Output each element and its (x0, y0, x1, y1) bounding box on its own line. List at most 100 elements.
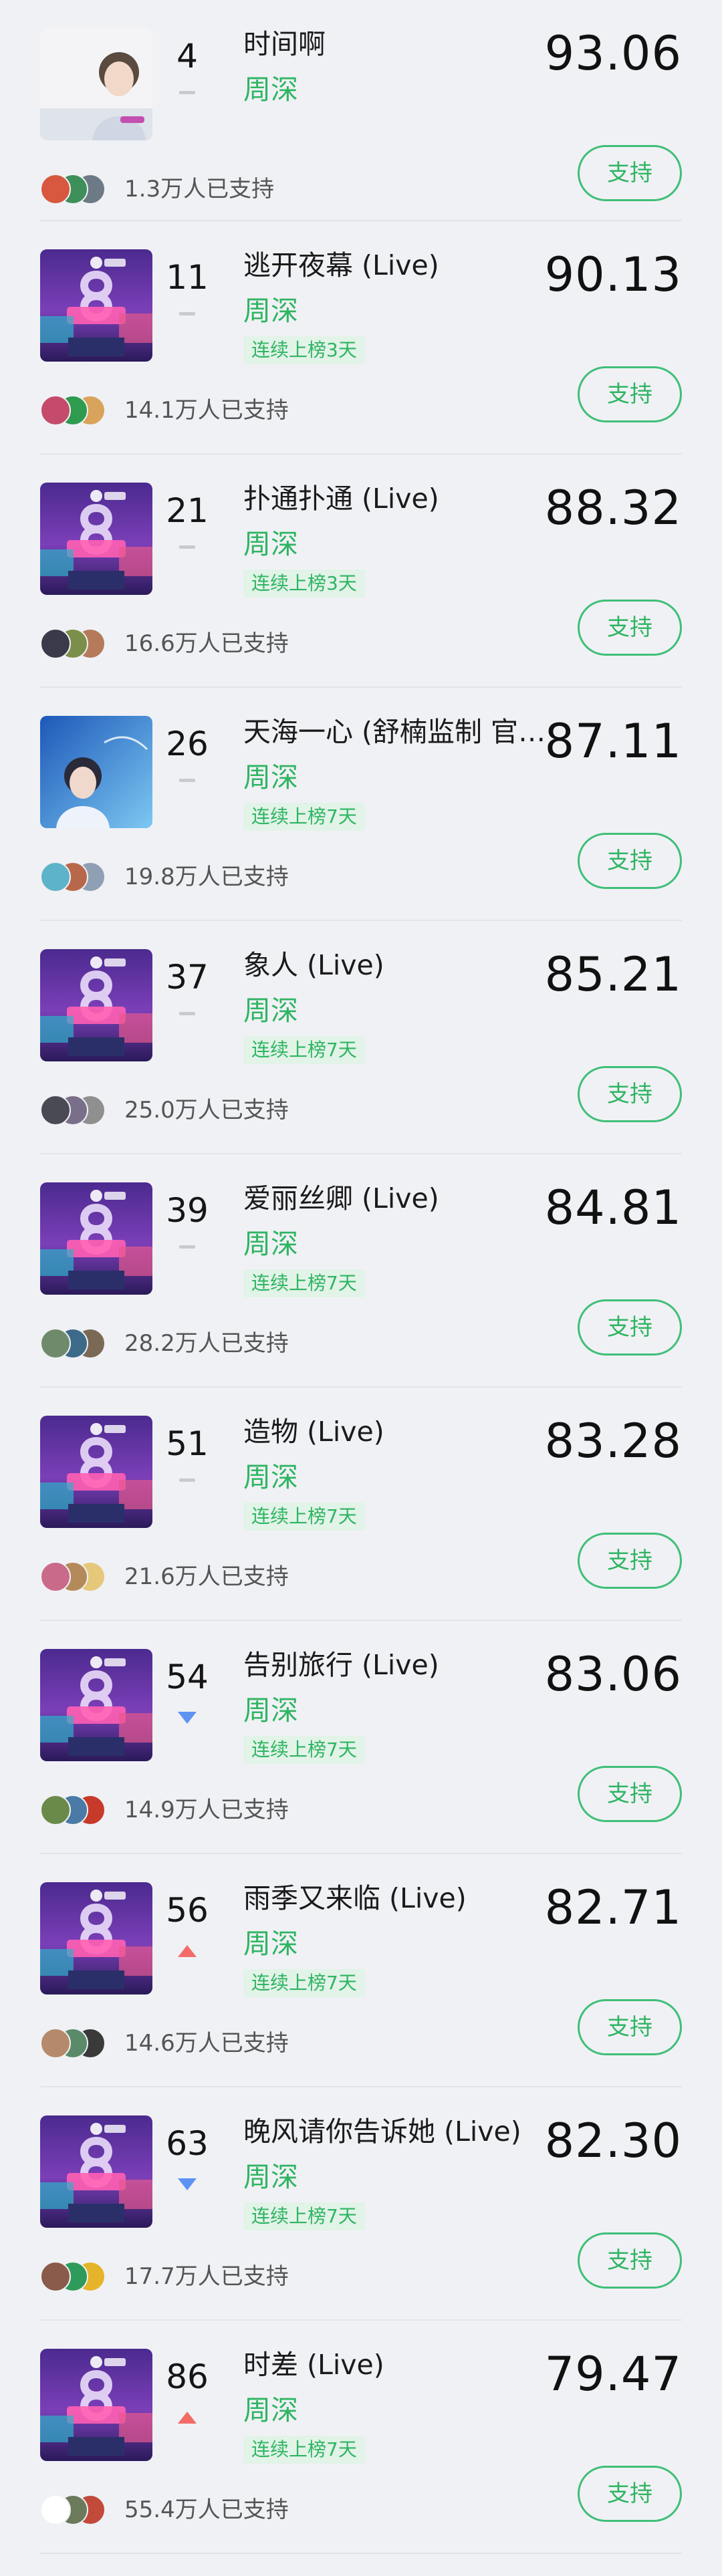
artist-name[interactable]: 周深 (243, 2393, 298, 2428)
support-button[interactable]: 支持 (578, 1299, 682, 1356)
chart-row[interactable]: 26 天海一心 (舒楠监制 官方正式版) 周深 连续上榜7天 87.11 支持 … (0, 688, 722, 921)
trend-same-icon (179, 545, 195, 549)
supporter-avatar (40, 1795, 71, 1825)
song-title[interactable]: 扑通扑通 (Live) (243, 481, 564, 516)
supporter-count: 25.0万人已支持 (124, 1097, 289, 1124)
artist-name[interactable]: 周深 (243, 760, 298, 795)
song-chart-list: 4 时间啊 周深 93.06 支持 1.3万人已支持 11 逃开夜幕 (Live… (0, 0, 722, 2554)
score-value: 87.11 (544, 714, 682, 769)
rank-number: 56 (166, 1891, 209, 1930)
supporter-count: 17.7万人已支持 (124, 2263, 289, 2290)
album-cover[interactable] (40, 249, 152, 362)
supporter-count: 14.9万人已支持 (124, 1797, 289, 1823)
rank-number: 39 (166, 1191, 209, 1230)
streak-badge: 连续上榜7天 (243, 1503, 365, 1531)
supporter-avatar (40, 395, 71, 426)
chart-row[interactable]: 37 象人 (Live) 周深 连续上榜7天 85.21 支持 25.0万人已支… (0, 921, 722, 1154)
artist-name[interactable]: 周深 (243, 293, 298, 328)
support-button[interactable]: 支持 (578, 1999, 682, 2055)
supporter-count: 28.2万人已支持 (124, 1330, 289, 1357)
supporter-count: 14.1万人已支持 (124, 397, 289, 424)
trend-same-icon (179, 779, 195, 782)
support-button[interactable]: 支持 (578, 2466, 682, 2522)
streak-badge: 连续上榜7天 (243, 1036, 365, 1064)
support-button[interactable]: 支持 (578, 2232, 682, 2289)
rank-number: 54 (166, 1658, 209, 1696)
song-title[interactable]: 时间啊 (243, 27, 564, 61)
album-cover[interactable] (40, 949, 152, 1061)
artist-name[interactable]: 周深 (243, 1227, 298, 1261)
streak-badge: 连续上榜7天 (243, 2436, 365, 2464)
chart-row[interactable]: 63 晚风请你告诉她 (Live) 周深 连续上榜7天 82.30 支持 17.… (0, 2087, 722, 2321)
supporter-count: 55.4万人已支持 (124, 2496, 289, 2523)
chart-row[interactable]: 4 时间啊 周深 93.06 支持 1.3万人已支持 (0, 0, 722, 221)
artist-name[interactable]: 周深 (243, 1926, 298, 1961)
album-cover[interactable] (40, 1882, 152, 1994)
supporter-avatar (40, 628, 71, 659)
supporter-avatar (40, 174, 71, 205)
album-cover[interactable] (40, 2115, 152, 2228)
chart-row[interactable]: 54 告别旅行 (Live) 周深 连续上榜7天 83.06 支持 14.9万人… (0, 1621, 722, 1854)
rank-number: 26 (166, 725, 209, 763)
support-button[interactable]: 支持 (578, 600, 682, 656)
song-title[interactable]: 造物 (Live) (243, 1414, 564, 1449)
song-title[interactable]: 逃开夜幕 (Live) (243, 248, 564, 283)
rank-number: 63 (166, 2124, 209, 2163)
song-title[interactable]: 天海一心 (舒楠监制 官方正式版) (243, 715, 564, 749)
album-cover[interactable] (40, 716, 152, 828)
song-title[interactable]: 告别旅行 (Live) (243, 1648, 564, 1682)
chart-row[interactable]: 39 爱丽丝卿 (Live) 周深 连续上榜7天 84.81 支持 28.2万人… (0, 1154, 722, 1388)
score-value: 82.30 (544, 2113, 682, 2168)
song-title[interactable]: 雨季又来临 (Live) (243, 1881, 564, 1916)
support-button[interactable]: 支持 (578, 366, 682, 422)
song-title[interactable]: 时差 (Live) (243, 2347, 564, 2382)
artist-name[interactable]: 周深 (243, 2160, 298, 2194)
score-value: 83.28 (544, 1414, 682, 1468)
supporter-avatars (40, 1095, 120, 1126)
supporter-avatar (40, 2028, 71, 2059)
supporter-avatars (40, 2494, 120, 2525)
support-button[interactable]: 支持 (578, 833, 682, 889)
song-title[interactable]: 象人 (Live) (243, 948, 564, 983)
chart-row[interactable]: 21 扑通扑通 (Live) 周深 连续上榜3天 88.32 支持 16.6万人… (0, 455, 722, 688)
supporter-count: 19.8万人已支持 (124, 864, 289, 890)
support-button[interactable]: 支持 (578, 145, 682, 201)
chart-row[interactable]: 56 雨季又来临 (Live) 周深 连续上榜7天 82.71 支持 14.6万… (0, 1854, 722, 2087)
streak-badge: 连续上榜7天 (243, 803, 365, 831)
album-cover[interactable] (40, 28, 152, 140)
album-cover[interactable] (40, 483, 152, 595)
artist-name[interactable]: 周深 (243, 1693, 298, 1728)
supporter-avatar (40, 1561, 71, 1592)
chart-row[interactable]: 86 时差 (Live) 周深 连续上榜7天 79.47 支持 55.4万人已支… (0, 2321, 722, 2554)
artist-name[interactable]: 周深 (243, 993, 298, 1028)
album-cover[interactable] (40, 1416, 152, 1528)
streak-badge: 连续上榜7天 (243, 1269, 365, 1297)
supporter-avatars (40, 174, 120, 205)
supporter-avatars (40, 1328, 120, 1359)
streak-badge: 连续上榜3天 (243, 336, 365, 364)
artist-name[interactable]: 周深 (243, 1460, 298, 1495)
score-value: 93.06 (544, 26, 682, 81)
score-value: 83.06 (544, 1647, 682, 1702)
rank-number: 4 (176, 37, 198, 76)
chart-row[interactable]: 51 造物 (Live) 周深 连续上榜7天 83.28 支持 21.6万人已支… (0, 1388, 722, 1621)
rank-number: 86 (166, 2357, 209, 2396)
artist-name[interactable]: 周深 (243, 527, 298, 561)
album-cover[interactable] (40, 2349, 152, 2461)
trend-same-icon (179, 312, 195, 315)
support-button[interactable]: 支持 (578, 1766, 682, 1822)
score-value: 88.32 (544, 481, 682, 535)
song-title[interactable]: 爱丽丝卿 (Live) (243, 1181, 564, 1216)
chart-row[interactable]: 11 逃开夜幕 (Live) 周深 连续上榜3天 90.13 支持 14.1万人… (0, 221, 722, 455)
song-title[interactable]: 晚风请你告诉她 (Live) (243, 2114, 564, 2149)
support-button[interactable]: 支持 (578, 1533, 682, 1589)
support-button[interactable]: 支持 (578, 1066, 682, 1122)
artist-name[interactable]: 周深 (243, 72, 298, 107)
album-cover[interactable] (40, 1649, 152, 1761)
rank-number: 11 (166, 258, 209, 297)
supporter-count: 16.6万人已支持 (124, 630, 289, 657)
rank-number: 37 (166, 958, 209, 997)
supporter-avatars (40, 1795, 120, 1825)
album-cover[interactable] (40, 1182, 152, 1295)
supporter-avatar (40, 2494, 71, 2525)
